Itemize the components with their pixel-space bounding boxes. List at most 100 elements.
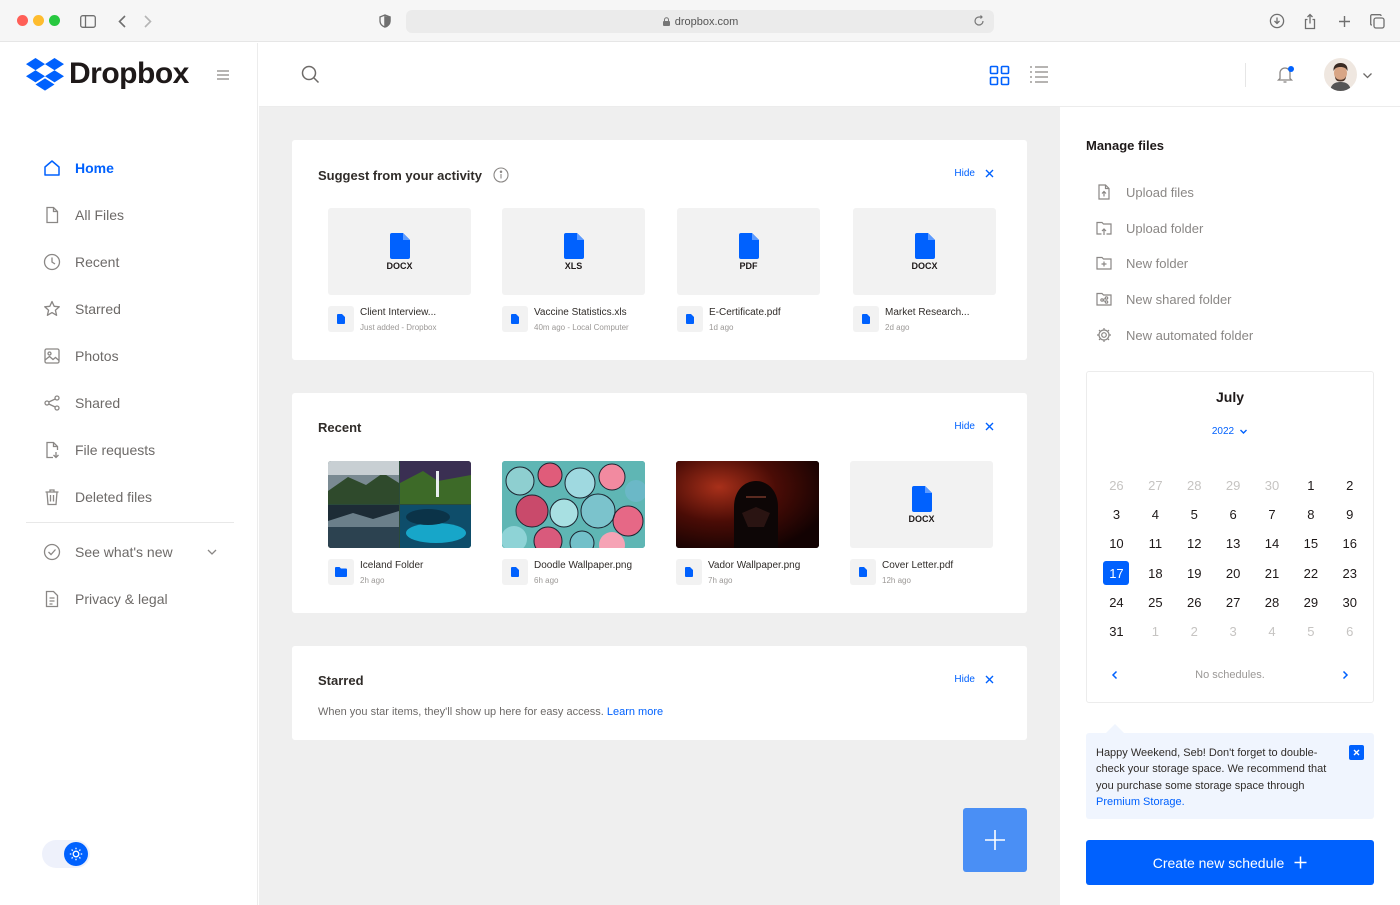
- calendar-day[interactable]: 29: [1291, 588, 1330, 617]
- dropbox-logo[interactable]: Dropbox: [26, 57, 189, 91]
- image-thumbnail-vador[interactable]: [676, 461, 819, 548]
- calendar-day[interactable]: 3: [1214, 617, 1253, 646]
- image-thumbnail-doodle[interactable]: [502, 461, 645, 548]
- new-tab-icon[interactable]: [1334, 11, 1354, 31]
- sidebar-item-shared[interactable]: Shared: [26, 388, 234, 418]
- file-info[interactable]: Vaccine Statistics.xls 40m ago - Local Co…: [502, 306, 629, 332]
- sidebar-item-deleted-files[interactable]: Deleted files: [26, 482, 234, 512]
- menu-icon[interactable]: [216, 69, 230, 81]
- reload-icon[interactable]: [972, 14, 986, 28]
- calendar-day[interactable]: 13: [1214, 529, 1253, 558]
- file-info[interactable]: Cover Letter.pdf 12h ago: [850, 559, 953, 585]
- calendar-day[interactable]: 11: [1136, 529, 1175, 558]
- file-info[interactable]: E-Certificate.pdf 1d ago: [677, 306, 781, 332]
- recent-hide-button[interactable]: Hide: [954, 421, 994, 432]
- starred-hide-button[interactable]: Hide: [954, 674, 994, 685]
- info-icon[interactable]: [493, 167, 509, 183]
- calendar-day[interactable]: 3: [1097, 500, 1136, 529]
- sidebar-toggle-icon[interactable]: [78, 11, 98, 31]
- privacy-shield-icon[interactable]: [375, 11, 395, 31]
- calendar-day[interactable]: 22: [1291, 559, 1330, 588]
- window-minimize-button[interactable]: [33, 15, 44, 26]
- calendar-day[interactable]: 15: [1291, 529, 1330, 558]
- file-thumbnail[interactable]: DOCX: [328, 208, 471, 295]
- calendar-day[interactable]: 23: [1330, 559, 1369, 588]
- calendar-day[interactable]: 30: [1253, 471, 1292, 500]
- calendar-day[interactable]: 10: [1097, 529, 1136, 558]
- calendar-day[interactable]: 25: [1136, 588, 1175, 617]
- back-icon[interactable]: [112, 11, 132, 31]
- calendar-day[interactable]: 19: [1175, 559, 1214, 588]
- calendar-day[interactable]: 16: [1330, 529, 1369, 558]
- calendar-day[interactable]: 6: [1330, 617, 1369, 646]
- calendar-day[interactable]: 14: [1253, 529, 1292, 558]
- suggest-hide-button[interactable]: Hide: [954, 168, 994, 179]
- tip-close-button[interactable]: [1349, 745, 1364, 760]
- theme-toggle[interactable]: [42, 840, 90, 868]
- address-bar[interactable]: dropbox.com: [406, 10, 994, 33]
- calendar-day[interactable]: 18: [1136, 559, 1175, 588]
- file-thumbnail[interactable]: DOCX: [850, 461, 993, 548]
- calendar-day[interactable]: 2: [1330, 471, 1369, 500]
- calendar-day[interactable]: 27: [1136, 471, 1175, 500]
- calendar-day[interactable]: 7: [1253, 500, 1292, 529]
- sidebar-item-whats-new[interactable]: See what's new: [26, 537, 234, 567]
- calendar-day[interactable]: 28: [1175, 471, 1214, 500]
- grid-view-icon[interactable]: [989, 65, 1010, 86]
- calendar-day[interactable]: 8: [1291, 500, 1330, 529]
- calendar-day[interactable]: 2: [1175, 617, 1214, 646]
- calendar-day[interactable]: 9: [1330, 500, 1369, 529]
- learn-more-link[interactable]: Learn more: [607, 706, 663, 718]
- calendar-day[interactable]: 12: [1175, 529, 1214, 558]
- file-info[interactable]: Doodle Wallpaper.png 6h ago: [502, 559, 632, 585]
- avatar[interactable]: [1324, 58, 1357, 91]
- new-automated-folder-button[interactable]: New automated folder: [1096, 325, 1253, 345]
- calendar-next-icon[interactable]: [1339, 669, 1351, 681]
- calendar-day[interactable]: 30: [1330, 588, 1369, 617]
- sidebar-item-all-files[interactable]: All Files: [26, 200, 234, 230]
- calendar-day[interactable]: 1: [1136, 617, 1175, 646]
- premium-storage-link[interactable]: Premium Storage.: [1096, 796, 1185, 808]
- share-icon[interactable]: [1300, 11, 1320, 31]
- upload-folder-button[interactable]: Upload folder: [1096, 218, 1203, 238]
- downloads-icon[interactable]: [1267, 11, 1287, 31]
- calendar-day[interactable]: 26: [1097, 471, 1136, 500]
- create-schedule-button[interactable]: Create new schedule: [1086, 840, 1374, 885]
- account-menu-chevron-icon[interactable]: [1362, 70, 1373, 81]
- file-thumbnail[interactable]: DOCX: [853, 208, 996, 295]
- file-thumbnail[interactable]: PDF: [677, 208, 820, 295]
- window-zoom-button[interactable]: [49, 15, 60, 26]
- list-view-icon[interactable]: [1029, 65, 1049, 85]
- window-close-button[interactable]: [17, 15, 28, 26]
- file-info[interactable]: Vador Wallpaper.png 7h ago: [676, 559, 800, 585]
- calendar-day[interactable]: 5: [1291, 617, 1330, 646]
- calendar-day[interactable]: 5: [1175, 500, 1214, 529]
- calendar-day[interactable]: 21: [1253, 559, 1292, 588]
- calendar-day[interactable]: 27: [1214, 588, 1253, 617]
- calendar-day[interactable]: 1: [1291, 471, 1330, 500]
- calendar-day[interactable]: 4: [1253, 617, 1292, 646]
- file-thumbnail[interactable]: XLS: [502, 208, 645, 295]
- file-info[interactable]: Iceland Folder 2h ago: [328, 559, 423, 585]
- image-thumbnail-iceland[interactable]: [328, 461, 471, 548]
- calendar-day[interactable]: 31: [1097, 617, 1136, 646]
- sidebar-item-recent[interactable]: Recent: [26, 247, 234, 277]
- calendar-day[interactable]: 17: [1097, 559, 1136, 588]
- notification-bell-icon[interactable]: [1276, 65, 1294, 84]
- calendar-day[interactable]: 6: [1214, 500, 1253, 529]
- new-folder-button[interactable]: New folder: [1096, 253, 1188, 273]
- calendar-day[interactable]: 29: [1214, 471, 1253, 500]
- calendar-day[interactable]: 28: [1253, 588, 1292, 617]
- sidebar-item-photos[interactable]: Photos: [26, 341, 234, 371]
- calendar-day[interactable]: 20: [1214, 559, 1253, 588]
- calendar-day[interactable]: 4: [1136, 500, 1175, 529]
- calendar-day[interactable]: 24: [1097, 588, 1136, 617]
- forward-icon[interactable]: [138, 11, 158, 31]
- sidebar-item-file-requests[interactable]: File requests: [26, 435, 234, 465]
- sidebar-item-starred[interactable]: Starred: [26, 294, 234, 324]
- sidebar-item-home[interactable]: Home: [26, 153, 234, 183]
- calendar-day[interactable]: 26: [1175, 588, 1214, 617]
- sidebar-item-privacy[interactable]: Privacy & legal: [26, 584, 234, 614]
- file-info[interactable]: Client Interview... Just added - Dropbox: [328, 306, 437, 332]
- file-info[interactable]: Market Research... 2d ago: [853, 306, 969, 332]
